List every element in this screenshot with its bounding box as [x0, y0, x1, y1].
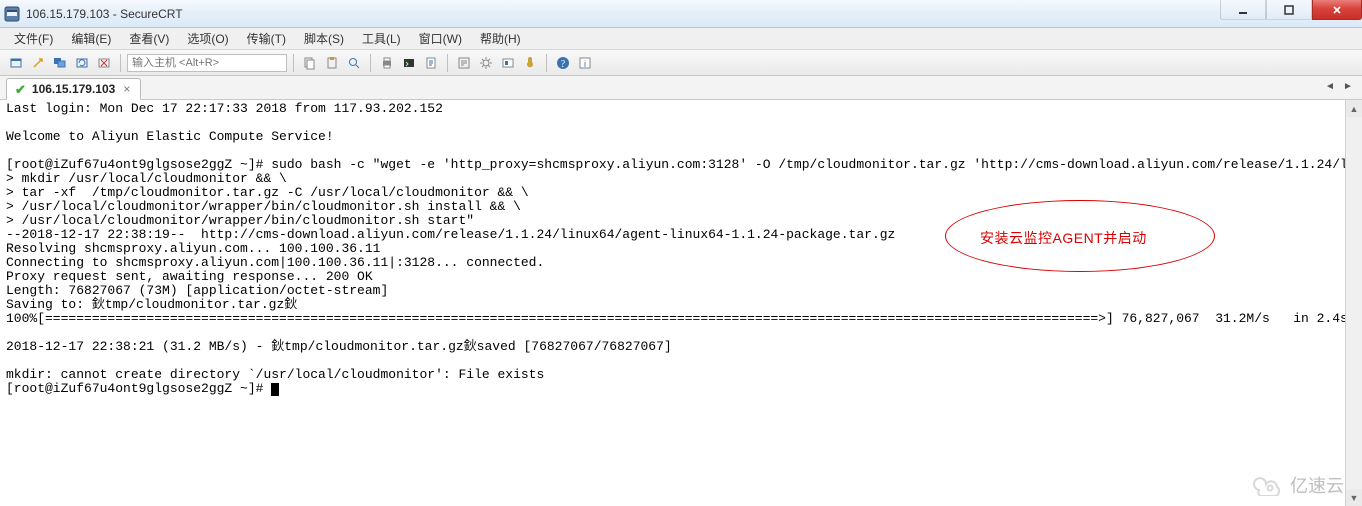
menu-tool[interactable]: 工具(L) [354, 28, 409, 49]
tabbar: ✔ 106.15.179.103 × ◄ ► [0, 76, 1362, 100]
toolbar-separator [447, 54, 448, 72]
app-icon [4, 6, 20, 22]
keymap-icon[interactable] [520, 53, 540, 73]
scroll-up-icon[interactable]: ▲ [1346, 100, 1362, 117]
tab-label: 106.15.179.103 [32, 82, 115, 96]
tab-close-icon[interactable]: × [121, 82, 132, 96]
menu-file[interactable]: 文件(F) [6, 28, 61, 49]
find-icon[interactable] [344, 53, 364, 73]
window-controls [1220, 0, 1362, 20]
svg-text:?: ? [561, 59, 566, 70]
terminal[interactable]: Last login: Mon Dec 17 22:17:33 2018 fro… [0, 100, 1345, 506]
menu-options[interactable]: 选项(O) [179, 28, 236, 49]
toolbar-separator [370, 54, 371, 72]
connect-icon[interactable] [6, 53, 26, 73]
window-title: 106.15.179.103 - SecureCRT [26, 7, 183, 21]
menu-script[interactable]: 脚本(S) [296, 28, 352, 49]
toolbar-separator [120, 54, 121, 72]
toolbar: ? i [0, 50, 1362, 76]
toolbar-separator [546, 54, 547, 72]
minimize-button[interactable] [1220, 0, 1266, 20]
menu-transfer[interactable]: 传输(T) [239, 28, 294, 49]
settings-icon[interactable] [476, 53, 496, 73]
toolbar-separator [293, 54, 294, 72]
terminal-icon[interactable] [399, 53, 419, 73]
svg-text:i: i [584, 59, 586, 69]
options-icon[interactable] [498, 53, 518, 73]
help-icon[interactable]: ? [553, 53, 573, 73]
menubar: 文件(F) 编辑(E) 查看(V) 选项(O) 传输(T) 脚本(S) 工具(L… [0, 28, 1362, 50]
connected-check-icon: ✔ [15, 83, 26, 96]
quick-connect-icon[interactable] [28, 53, 48, 73]
properties-icon[interactable] [454, 53, 474, 73]
close-button[interactable] [1312, 0, 1362, 20]
maximize-button[interactable] [1266, 0, 1312, 20]
disconnect-icon[interactable] [94, 53, 114, 73]
titlebar: 106.15.179.103 - SecureCRT [0, 0, 1362, 28]
sessions-icon[interactable] [50, 53, 70, 73]
menu-edit[interactable]: 编辑(E) [63, 28, 119, 49]
about-icon[interactable]: i [575, 53, 595, 73]
paste-icon[interactable] [322, 53, 342, 73]
scrollbar[interactable]: ▲ ▼ [1345, 100, 1362, 506]
host-input[interactable] [127, 54, 287, 72]
menu-view[interactable]: 查看(V) [121, 28, 177, 49]
menu-help[interactable]: 帮助(H) [472, 28, 529, 49]
print-icon[interactable] [377, 53, 397, 73]
terminal-cursor [271, 383, 279, 396]
menu-window[interactable]: 窗口(W) [411, 28, 470, 49]
reconnect-icon[interactable] [72, 53, 92, 73]
scroll-down-icon[interactable]: ▼ [1346, 489, 1362, 506]
scripts-icon[interactable] [421, 53, 441, 73]
tab-next-icon[interactable]: ► [1340, 78, 1356, 94]
session-tab[interactable]: ✔ 106.15.179.103 × [6, 78, 141, 100]
tab-nav: ◄ ► [1322, 78, 1356, 94]
terminal-area: Last login: Mon Dec 17 22:17:33 2018 fro… [0, 100, 1362, 506]
copy-icon[interactable] [300, 53, 320, 73]
tab-prev-icon[interactable]: ◄ [1322, 78, 1338, 94]
